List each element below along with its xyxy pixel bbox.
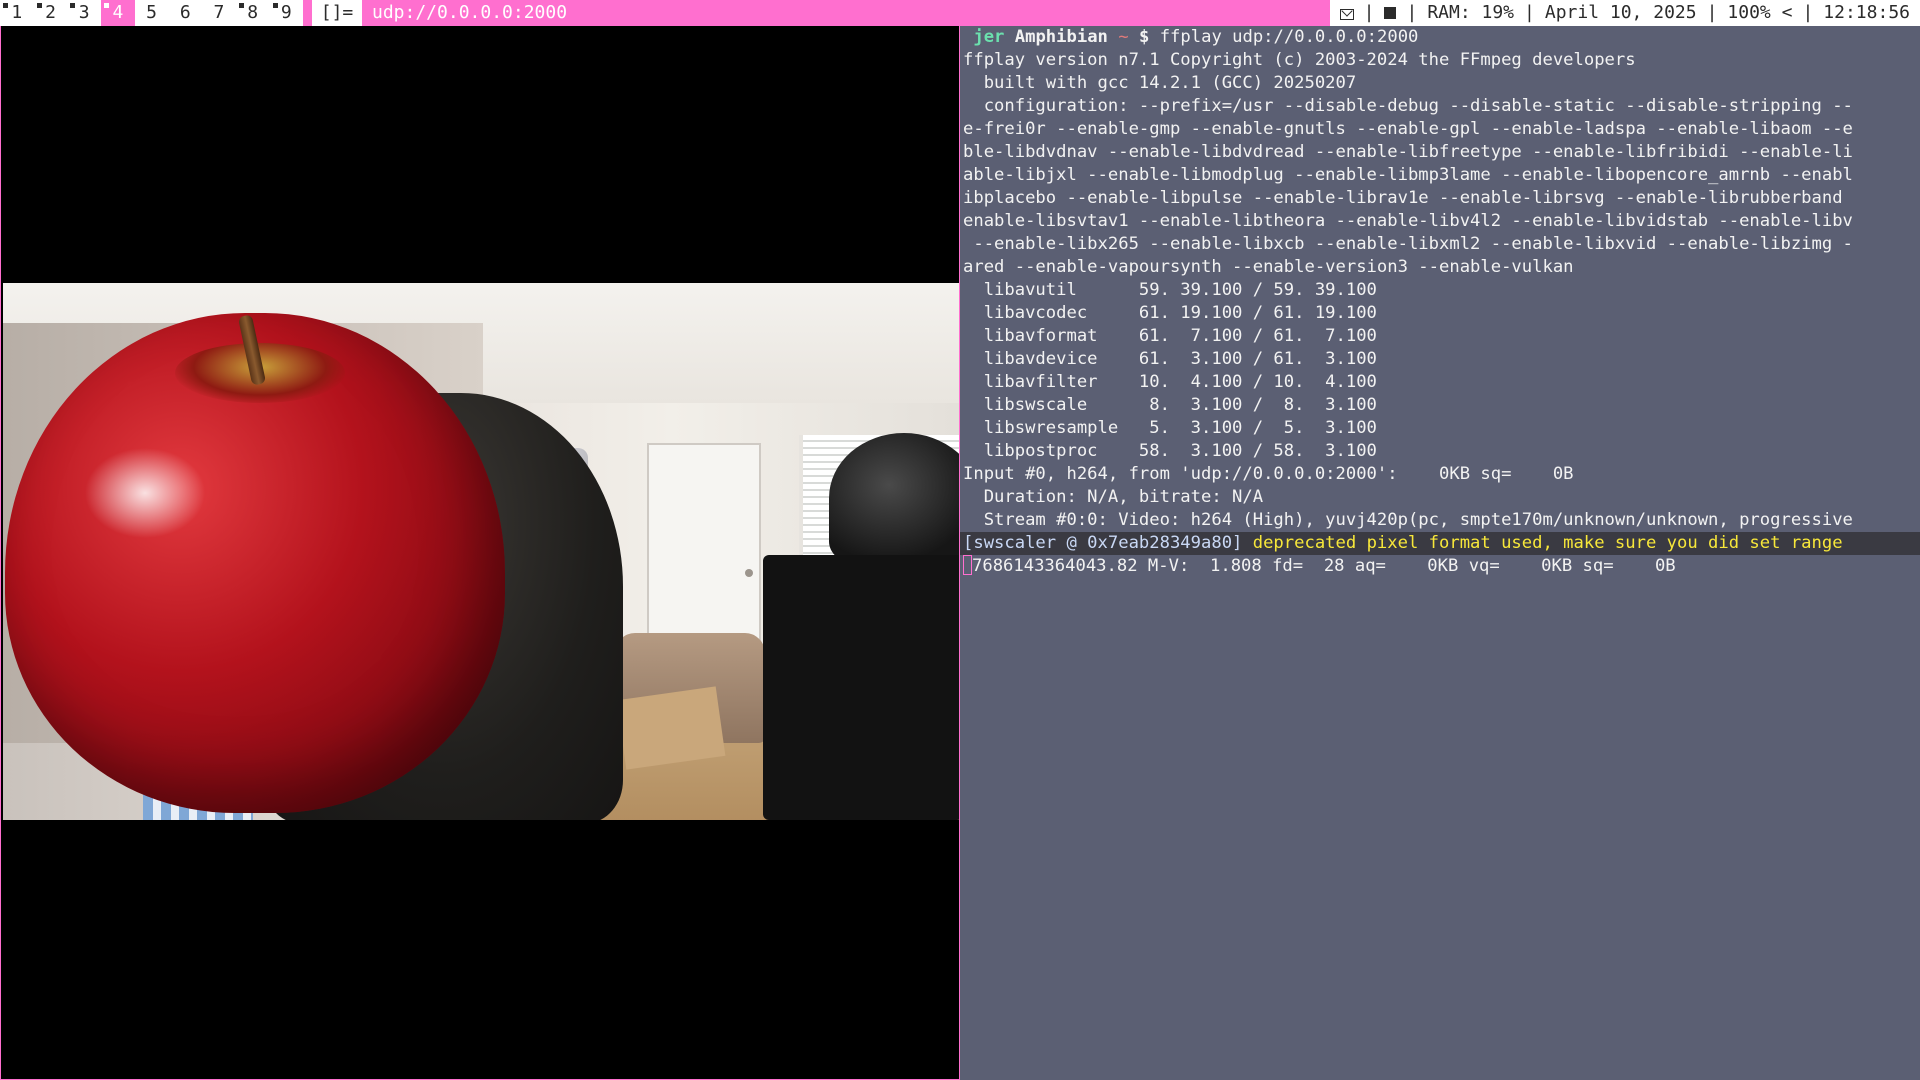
terminal-line: ble-libdvdnav --enable-libdvdread --enab… <box>963 142 1853 162</box>
terminal-line: libavformat 61. 7.100 / 61. 7.100 <box>963 326 1377 346</box>
terminal-line: libavdevice 61. 3.100 / 61. 3.100 <box>963 349 1377 369</box>
terminal-line: ared --enable-vapoursynth --enable-versi… <box>963 257 1574 277</box>
terminal-line: Stream #0:0: Video: h264 (High), yuvj420… <box>963 510 1853 530</box>
tag-8[interactable]: 8 <box>235 0 270 26</box>
lamp <box>829 433 959 563</box>
swscaler-message: deprecated pixel format used, make sure … <box>1242 533 1843 553</box>
square-icon <box>1384 7 1397 19</box>
terminal-line: ibplacebo --enable-libpulse --enable-lib… <box>963 188 1843 208</box>
monitor <box>763 555 959 820</box>
terminal-line: --enable-libx265 --enable-libxcb --enabl… <box>963 234 1853 254</box>
tag-3[interactable]: 3 <box>67 0 102 26</box>
terminal-line: libavcodec 61. 19.100 / 61. 19.100 <box>963 303 1377 323</box>
layout-symbol[interactable]: []= <box>312 0 362 26</box>
terminal-line: libavutil 59. 39.100 / 59. 39.100 <box>963 280 1377 300</box>
status-separator: | <box>1706 2 1718 23</box>
terminal-line: e-frei0r --enable-gmp --enable-gnutls --… <box>963 119 1853 139</box>
date-status: April 10, 2025 <box>1544 2 1697 23</box>
mail-icon <box>1339 8 1354 20</box>
cardboard-box <box>616 686 726 770</box>
tag-9[interactable]: 9 <box>269 0 304 26</box>
terminal-line: ffplay version n7.1 Copyright (c) 2003-2… <box>963 50 1636 70</box>
terminal-line: libavfilter 10. 4.100 / 10. 4.100 <box>963 372 1377 392</box>
terminal-line: built with gcc 14.2.1 (GCC) 20250207 <box>963 73 1357 93</box>
terminal-cursor <box>963 555 972 575</box>
clock: 12:18:56 <box>1823 2 1910 23</box>
terminal-line: able-libjxl --enable-libmodplug --enable… <box>963 165 1853 185</box>
status-separator: | <box>1406 2 1418 23</box>
prompt-user: jer <box>973 27 1005 47</box>
tag-7[interactable]: 7 <box>202 0 236 26</box>
window-title: udp://0.0.0.0:2000 <box>372 2 568 23</box>
workspace-tags: 1 2 3 4 5 6 7 8 9 <box>0 0 304 26</box>
tag-6[interactable]: 6 <box>168 0 203 26</box>
door-knob <box>745 569 753 577</box>
status-separator: | <box>1363 2 1375 23</box>
apple-overlay <box>5 313 505 813</box>
swscaler-tag: [swscaler @ 0x7eab28349a80] <box>963 533 1243 553</box>
tag-2[interactable]: 2 <box>33 0 68 26</box>
prompt-line: jer Amphibian ~ $ ffplay udp://0.0.0.0:2… <box>960 26 1920 49</box>
status-separator: | <box>1524 2 1535 23</box>
terminal-line: libpostproc 58. 3.100 / 58. 3.100 <box>963 441 1377 461</box>
tag-4[interactable]: 4 <box>101 0 135 26</box>
playback-status-line: 7686143364043.82 M-V: 1.808 fd= 28 aq= 0… <box>960 555 1920 578</box>
video-frame[interactable] <box>3 283 959 820</box>
terminal-line: libswscale 8. 3.100 / 8. 3.100 <box>963 395 1377 415</box>
terminal-line: Input #0, h264, from 'udp://0.0.0.0:2000… <box>963 464 1574 484</box>
status-separator: | <box>1802 2 1814 23</box>
terminal-line: libswresample 5. 3.100 / 5. 3.100 <box>963 418 1377 438</box>
terminal-line: configuration: --prefix=/usr --disable-d… <box>963 96 1853 116</box>
battery-status: 100% < <box>1727 2 1793 23</box>
terminal-window[interactable]: jer Amphibian ~ $ ffplay udp://0.0.0.0:2… <box>960 26 1920 1080</box>
terminal-line: Duration: N/A, bitrate: N/A <box>963 487 1264 507</box>
playback-status: 7686143364043.82 M-V: 1.808 fd= 28 aq= 0… <box>972 556 1676 576</box>
tag-5[interactable]: 5 <box>134 0 169 26</box>
ram-status: RAM: 19% <box>1427 2 1515 23</box>
terminal-line: enable-libsvtav1 --enable-libtheora --en… <box>963 211 1853 231</box>
tag-1[interactable]: 1 <box>0 0 34 26</box>
ffplay-video-window[interactable] <box>0 26 960 1080</box>
prompt-command: ffplay udp://0.0.0.0:2000 <box>1159 27 1419 47</box>
status-area: | | RAM: 19% | April 10, 2025 | 100% < |… <box>1329 0 1920 26</box>
prompt-dir: ~ <box>1118 27 1129 47</box>
prompt-host: Amphibian <box>1014 27 1108 47</box>
top-bar: 1 2 3 4 5 6 7 8 9 []= udp://0.0.0.0:2000… <box>0 0 1920 26</box>
swscaler-warning-line: [swscaler @ 0x7eab28349a80] deprecated p… <box>960 532 1920 555</box>
prompt-symbol: $ <box>1138 27 1150 47</box>
